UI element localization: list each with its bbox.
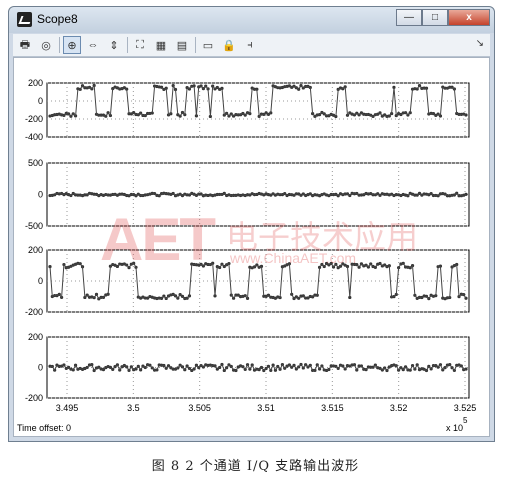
plot-axes xyxy=(46,82,470,138)
x-tick-label: 3.51 xyxy=(257,403,275,413)
time-offset-label: Time offset: 0 xyxy=(17,423,71,433)
x-tick-label: 3.495 xyxy=(56,403,79,413)
y-tick-label: 0 xyxy=(38,363,43,373)
figure-caption: 图 8 2 个通道 I/Q 支路输出波形 xyxy=(151,459,360,474)
y-tick-label: 200 xyxy=(28,245,43,255)
x-tick-label: 3.525 xyxy=(454,403,477,413)
y-tick-label: 0 xyxy=(38,96,43,106)
y-tick-label: 500 xyxy=(28,158,43,168)
watermark-logo: AET xyxy=(100,206,216,273)
y-tick-label: 200 xyxy=(28,332,43,342)
y-tick-label: -400 xyxy=(25,132,43,142)
x-tick-label: 3.515 xyxy=(321,403,344,413)
y-tick-label: -200 xyxy=(25,307,43,317)
y-tick-label: -200 xyxy=(25,393,43,403)
x-tick-label: 3.505 xyxy=(188,403,211,413)
y-tick-label: -200 xyxy=(25,114,43,124)
watermark-url: www.ChinaAET.com xyxy=(230,250,357,266)
y-tick-label: 200 xyxy=(28,78,43,88)
y-tick-label: 0 xyxy=(38,276,43,286)
x-exponent-label: x 10 xyxy=(446,423,463,433)
x-exponent-power: 5 xyxy=(463,416,468,425)
x-tick-label: 3.5 xyxy=(127,403,140,413)
y-tick-label: 0 xyxy=(38,190,43,200)
y-tick-label: -500 xyxy=(25,221,43,231)
x-tick-label: 3.52 xyxy=(390,403,408,413)
